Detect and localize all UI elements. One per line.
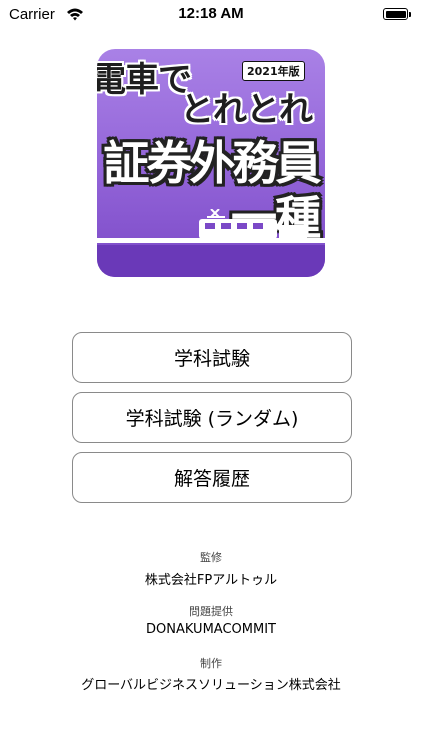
- rail-line: [97, 238, 325, 243]
- battery-icon: [383, 8, 411, 20]
- supervision-value: 株式会社FPアルトゥル: [144, 573, 278, 588]
- rail-band: [97, 245, 325, 277]
- supervision-label: 監修: [200, 551, 222, 564]
- clock: 12:18 AM: [178, 5, 244, 22]
- exam-button[interactable]: 学科試験: [72, 332, 352, 383]
- questions-label: 問題提供: [189, 605, 233, 618]
- production-label: 制作: [200, 657, 222, 670]
- answer-history-button[interactable]: 解答履歴: [72, 452, 352, 503]
- battery-fill: [385, 10, 406, 18]
- logo-line-1: 電車で: [97, 60, 192, 100]
- logo-line-2: とれとれ: [180, 90, 313, 130]
- year-badge: 2021年版: [242, 61, 305, 81]
- app-logo: 電車で 2021年版 とれとれ 証券外務員 一種: [97, 49, 325, 277]
- random-exam-button[interactable]: 学科試験 (ランダム): [72, 392, 352, 443]
- questions-value: DONAKUMACOMMIT: [146, 622, 276, 637]
- production-value: グローバルビジネスソリューション株式会社: [81, 678, 341, 693]
- status-bar: Carrier 12:18 AM: [0, 0, 422, 30]
